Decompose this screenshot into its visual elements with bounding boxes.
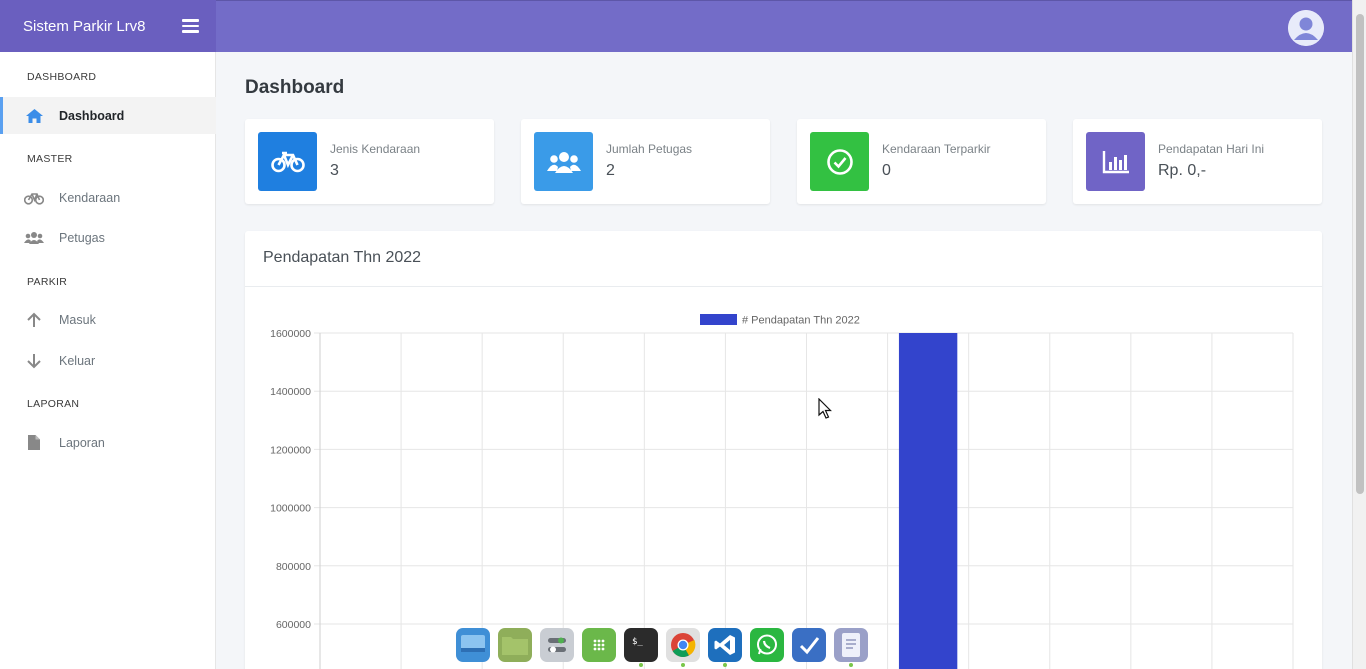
- users-icon: [534, 132, 593, 191]
- sidebar-section-parkir: PARKIR: [27, 276, 68, 288]
- sidebar-item-label: Petugas: [59, 230, 105, 245]
- tasks-app-icon[interactable]: [792, 628, 826, 662]
- brand[interactable]: Sistem Parkir Lrv8: [0, 0, 216, 52]
- chrome-app-icon[interactable]: [666, 628, 700, 667]
- y-tick-label: 1400000: [270, 386, 311, 398]
- running-indicator: [681, 663, 685, 667]
- sidebar-section-laporan: LAPORAN: [27, 398, 80, 410]
- bicycle-icon: [24, 189, 44, 207]
- page-title: Dashboard: [245, 77, 345, 98]
- sidebar-section-master: MASTER: [27, 153, 73, 165]
- chart-icon: [1086, 132, 1145, 191]
- menu-toggle-icon[interactable]: [182, 19, 199, 33]
- sidebar-item-label: Laporan: [59, 435, 105, 450]
- stat-label: Pendapatan Hari Ini: [1158, 142, 1265, 156]
- sidebar-item-label: Masuk: [59, 312, 96, 327]
- sidebar-item-masuk[interactable]: Masuk: [0, 301, 216, 338]
- sidebar-item-petugas[interactable]: Petugas: [0, 219, 216, 256]
- stat-value: 2: [606, 162, 615, 179]
- svg-text:$_: $_: [632, 637, 643, 647]
- stat-label: Jumlah Petugas: [606, 142, 693, 156]
- stat-card-jumlah-petugas: Jumlah Petugas 2: [521, 119, 770, 204]
- stat-label: Jenis Kendaraan: [330, 142, 421, 156]
- stat-value: 3: [330, 162, 339, 179]
- whatsapp-app-icon[interactable]: [750, 628, 784, 662]
- users-icon: [24, 229, 44, 247]
- check-circle-icon: [810, 132, 869, 191]
- y-tick-label: 800000: [276, 561, 311, 573]
- vscode-app-icon[interactable]: [708, 628, 742, 667]
- apps-grid-app-icon[interactable]: [582, 628, 616, 662]
- top-navbar: [216, 0, 1352, 52]
- sidebar-item-dashboard[interactable]: Dashboard: [0, 97, 216, 134]
- terminal-app-icon[interactable]: $_: [624, 628, 658, 667]
- stat-card-jenis-kendaraan: Jenis Kendaraan 3: [245, 119, 494, 204]
- running-indicator: [849, 663, 853, 667]
- mouse-cursor-icon: [818, 398, 832, 419]
- files-app-icon[interactable]: [498, 628, 532, 662]
- sidebar: DASHBOARD Dashboard MASTER Kendaraan Pet…: [0, 52, 216, 669]
- stat-value: 0: [882, 162, 891, 179]
- legend-label: # Pendapatan Thn 2022: [742, 315, 860, 327]
- sidebar-item-label: Keluar: [59, 353, 96, 368]
- arrow-up-icon: [24, 311, 44, 329]
- running-indicator: [639, 663, 643, 667]
- settings-app-icon[interactable]: [540, 628, 574, 662]
- y-tick-label: 1600000: [270, 328, 311, 340]
- app-dock: $_: [456, 628, 868, 669]
- stat-card-kendaraan-terparkir: Kendaraan Terparkir 0: [797, 119, 1046, 204]
- revenue-bar-chart: 1600000 1400000 1200000 1000000 800000 600000…: [270, 314, 1294, 669]
- sidebar-section-dashboard: DASHBOARD: [27, 71, 97, 83]
- y-tick-label: 1200000: [270, 444, 311, 456]
- sidebar-item-label: Kendaraan: [59, 190, 121, 205]
- page-scrollbar[interactable]: [1352, 0, 1366, 669]
- stat-value: Rp. 0,-: [1158, 162, 1207, 179]
- sidebar-item-kendaraan[interactable]: Kendaraan: [0, 179, 216, 216]
- bicycle-icon: [258, 132, 317, 191]
- arrow-down-icon: [24, 352, 44, 370]
- legend-swatch: [700, 314, 737, 325]
- file-icon: [24, 434, 44, 452]
- chart-bar: [898, 333, 958, 669]
- scrollbar-thumb[interactable]: [1356, 14, 1364, 494]
- revenue-panel: Pendapatan Thn 2022 1600000 1400000 120000…: [245, 231, 1322, 669]
- desktop-app-icon[interactable]: [456, 628, 490, 662]
- user-icon: [1288, 10, 1324, 46]
- sidebar-item-label: Dashboard: [59, 108, 125, 123]
- sidebar-item-keluar[interactable]: Keluar: [0, 342, 216, 379]
- sidebar-item-laporan[interactable]: Laporan: [0, 424, 216, 461]
- user-avatar[interactable]: [1288, 10, 1324, 46]
- stat-card-pendapatan-hari-ini: Pendapatan Hari Ini Rp. 0,-: [1073, 119, 1322, 204]
- app-title: Sistem Parkir Lrv8: [23, 17, 146, 35]
- notes-app-icon[interactable]: [834, 628, 868, 667]
- running-indicator: [723, 663, 727, 667]
- y-tick-label: 1000000: [270, 503, 311, 515]
- home-icon: [24, 107, 44, 125]
- stat-label: Kendaraan Terparkir: [882, 142, 991, 156]
- y-tick-label: 600000: [276, 619, 311, 631]
